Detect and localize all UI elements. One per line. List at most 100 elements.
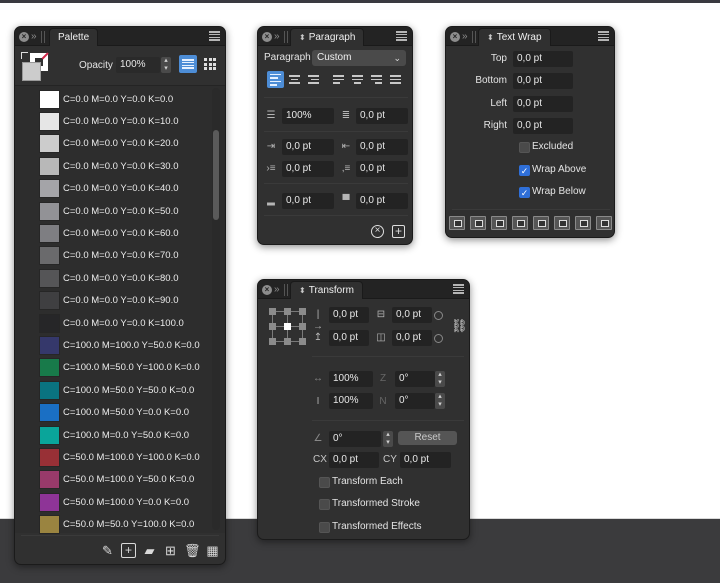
add-swatch-icon[interactable]: + [121, 543, 136, 558]
anchor-middle-right[interactable] [299, 323, 306, 330]
wrap-above-checkbox[interactable]: ✓ [519, 165, 530, 176]
x-position-field[interactable]: 0,0 pt [329, 307, 369, 323]
left-field[interactable]: 0,0 pt [513, 96, 573, 112]
swatch-item[interactable]: C=100.0 M=50.0 Y=0.0 K=0.0 [39, 402, 189, 424]
wrap-top-left-icon[interactable] [449, 216, 465, 230]
y-position-field[interactable]: 0,0 pt [329, 330, 369, 346]
height-field[interactable]: 0,0 pt [392, 330, 432, 346]
swatch-item[interactable]: C=0.0 M=0.0 Y=0.0 K=10.0 [39, 110, 179, 132]
left-indent-field[interactable]: 0,0 pt [282, 139, 334, 155]
anchor-top-center[interactable] [284, 308, 291, 315]
panel-menu-icon[interactable] [396, 31, 407, 41]
tab-text-wrap[interactable]: ⬍ Text Wrap [478, 28, 551, 46]
fill-swatch[interactable] [22, 62, 41, 81]
scale-y-field[interactable]: 100% [329, 393, 373, 409]
transform-each-checkbox[interactable] [319, 477, 330, 488]
swatch-item[interactable]: C=50.0 M=100.0 Y=100.0 K=0.0 [39, 446, 200, 468]
rotation-field[interactable]: 0° [329, 431, 381, 447]
reference-point-grid[interactable] [269, 308, 307, 346]
swatch-item[interactable]: C=0.0 M=0.0 Y=0.0 K=70.0 [39, 245, 179, 267]
wrap-box-icon[interactable] [491, 216, 507, 230]
remove-style-button[interactable]: × [371, 225, 384, 238]
swatch-item[interactable]: C=0.0 M=0.0 Y=0.0 K=40.0 [39, 178, 179, 200]
opacity-field[interactable]: 100% [116, 57, 160, 73]
swatch-item[interactable]: C=50.0 M=50.0 Y=100.0 K=0.0 [39, 514, 194, 536]
close-panel-icon[interactable]: × [450, 32, 460, 42]
collapse-chevron-icon[interactable]: » [31, 32, 36, 42]
drag-grip-icon[interactable] [471, 31, 476, 43]
opacity-stepper[interactable]: ▴ ▾ [161, 57, 171, 73]
align-left-button[interactable] [267, 71, 284, 88]
wrap-below-checkbox[interactable]: ✓ [519, 187, 530, 198]
swatch-scrollbar[interactable] [212, 88, 220, 530]
right-indent-field[interactable]: 0,0 pt [356, 139, 408, 155]
close-panel-icon[interactable]: × [19, 32, 29, 42]
collapse-chevron-icon[interactable]: » [274, 285, 279, 295]
swatch-item[interactable]: C=100.0 M=50.0 Y=100.0 K=0.0 [39, 357, 200, 379]
line-spacing-field[interactable]: 100% [282, 108, 334, 124]
anchor-bottom-right[interactable] [299, 338, 306, 345]
grid-view-button[interactable] [204, 58, 216, 70]
transformed-stroke-checkbox[interactable] [319, 499, 330, 510]
anchor-middle-left[interactable] [269, 323, 276, 330]
list-view-button[interactable] [179, 55, 197, 73]
swatch-item[interactable]: C=0.0 M=0.0 Y=0.0 K=60.0 [39, 222, 179, 244]
anchor-center[interactable] [284, 323, 291, 330]
bottom-field[interactable]: 0,0 pt [513, 73, 573, 89]
scale-x-field[interactable]: 100% [329, 371, 373, 387]
shear-y-stepper[interactable]: ▴ ▾ [435, 393, 445, 409]
justify-center-button[interactable] [349, 71, 366, 88]
anchor-top-right[interactable] [299, 308, 306, 315]
top-field[interactable]: 0,0 pt [513, 51, 573, 67]
swatch-item[interactable]: C=0.0 M=0.0 Y=0.0 K=20.0 [39, 133, 179, 155]
rotation-stepper[interactable]: ▴ ▾ [383, 431, 393, 447]
paragraph-style-dropdown[interactable]: Custom ⌄ [312, 50, 406, 66]
add-style-button[interactable]: + [392, 225, 405, 238]
shear-y-field[interactable]: 0° [395, 393, 435, 409]
swatch-item[interactable]: C=100.0 M=100.0 Y=50.0 K=0.0 [39, 334, 200, 356]
wrap-inside-icon[interactable] [533, 216, 549, 230]
drag-grip-icon[interactable] [40, 31, 45, 43]
align-right-button[interactable] [305, 71, 322, 88]
panel-menu-icon[interactable] [598, 31, 609, 41]
height-lock-circle-icon[interactable] [434, 334, 443, 343]
swatch-item[interactable]: C=100.0 M=0.0 Y=50.0 K=0.0 [39, 424, 189, 446]
anchor-bottom-left[interactable] [269, 338, 276, 345]
swatch-item[interactable]: C=0.0 M=0.0 Y=0.0 K=0.0 [39, 88, 173, 110]
wrap-none-icon[interactable] [596, 216, 612, 230]
anchor-top-left[interactable] [269, 308, 276, 315]
swatch-item[interactable]: C=50.0 M=100.0 Y=50.0 K=0.0 [39, 469, 194, 491]
tab-paragraph[interactable]: ⬍ Paragraph [290, 28, 365, 46]
close-panel-icon[interactable]: × [262, 285, 272, 295]
swatch-item[interactable]: C=0.0 M=0.0 Y=0.0 K=50.0 [39, 200, 179, 222]
swatch-item[interactable]: C=0.0 M=0.0 Y=0.0 K=80.0 [39, 267, 179, 289]
cy-field[interactable]: 0,0 pt [400, 452, 451, 468]
first-line-indent-field[interactable]: 0,0 pt [282, 161, 334, 177]
add-from-fill-icon[interactable]: ▰ [142, 543, 157, 558]
transformed-effects-checkbox[interactable] [319, 522, 330, 533]
wrap-top-icon[interactable] [470, 216, 486, 230]
anchor-bottom-center[interactable] [284, 338, 291, 345]
tab-palette[interactable]: Palette [49, 28, 99, 46]
link-aspect-icon[interactable]: ⛓ [451, 319, 468, 332]
drag-grip-icon[interactable] [283, 284, 288, 296]
excluded-checkbox[interactable] [519, 142, 530, 153]
swatch-item[interactable]: C=0.0 M=0.0 Y=0.0 K=100.0 [39, 312, 184, 334]
collapse-chevron-icon[interactable]: » [462, 32, 467, 42]
reset-button[interactable]: Reset [398, 431, 457, 445]
justify-all-button[interactable] [387, 71, 404, 88]
justify-left-button[interactable] [330, 71, 347, 88]
wrap-jump-next-icon[interactable] [575, 216, 591, 230]
trash-icon[interactable]: 🗑 [184, 543, 201, 558]
wrap-contour-icon[interactable] [512, 216, 528, 230]
align-center-button[interactable] [286, 71, 303, 88]
paragraph-spacing-field[interactable]: 0,0 pt [356, 108, 408, 124]
palette-options-icon[interactable]: ▦ [205, 543, 220, 558]
swap-arrow-icon[interactable] [21, 52, 28, 59]
swatch-item[interactable]: C=50.0 M=100.0 Y=0.0 K=0.0 [39, 491, 189, 513]
swatch-item[interactable]: C=0.0 M=0.0 Y=0.0 K=90.0 [39, 290, 179, 312]
close-panel-icon[interactable]: × [262, 32, 272, 42]
collapse-chevron-icon[interactable]: » [274, 32, 279, 42]
edit-swatch-icon[interactable]: ✎ [100, 543, 115, 558]
width-lock-circle-icon[interactable] [434, 311, 443, 320]
